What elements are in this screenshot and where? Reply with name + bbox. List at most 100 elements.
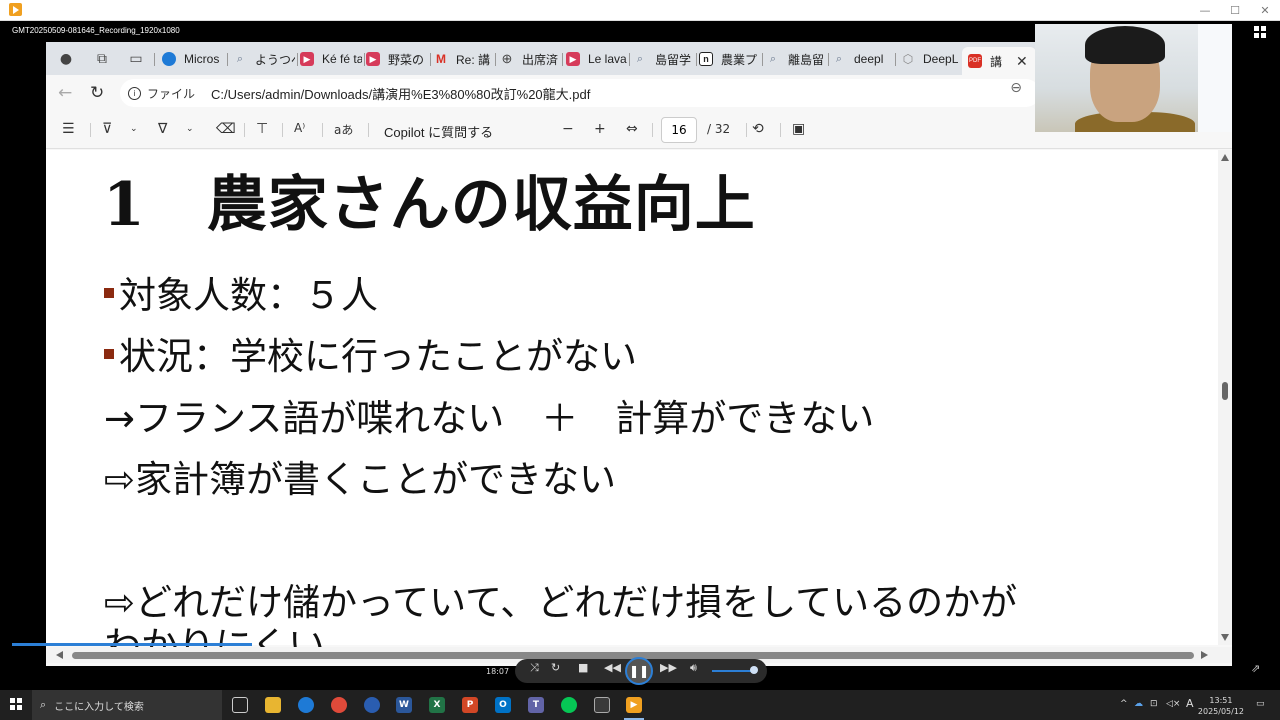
- repeat-icon[interactable]: ↻: [551, 661, 560, 674]
- rewind-icon[interactable]: ◀◀: [604, 661, 621, 674]
- zoom-in-button[interactable]: +: [594, 121, 606, 137]
- search-icon: ⌕: [236, 52, 244, 65]
- word-icon[interactable]: W: [396, 697, 412, 713]
- page-number-input[interactable]: 16: [661, 117, 697, 143]
- text-box-icon[interactable]: ⊤: [256, 121, 268, 137]
- task-view-icon[interactable]: [232, 697, 248, 713]
- slide-title: 1 農家さんの収益向上: [103, 170, 756, 240]
- excel-icon[interactable]: X: [429, 697, 445, 713]
- search-icon: ⌕: [769, 52, 777, 65]
- refresh-icon[interactable]: ↻: [90, 83, 104, 103]
- volume-knob[interactable]: [750, 666, 758, 674]
- pause-button[interactable]: ❚❚: [625, 657, 653, 685]
- tab-actions-icon[interactable]: ▭: [126, 49, 146, 69]
- fullscreen-icon[interactable]: ⇗: [1251, 662, 1260, 675]
- page-view-icon[interactable]: ▣: [792, 121, 805, 137]
- app-icon[interactable]: [364, 697, 380, 713]
- photos-icon[interactable]: [594, 697, 610, 713]
- shuffle-icon[interactable]: ⤨: [530, 661, 539, 675]
- tab-label: DeepL: [923, 52, 959, 66]
- translate-icon[interactable]: aあ: [334, 121, 353, 138]
- network-icon[interactable]: ⊡: [1150, 699, 1158, 709]
- powerpoint-icon[interactable]: P: [462, 697, 478, 713]
- zoom-out-button[interactable]: −: [562, 121, 574, 137]
- draw-icon[interactable]: ∇: [158, 121, 167, 137]
- rotate-icon[interactable]: ⟲: [752, 121, 764, 137]
- tab-agriculture-notion[interactable]: n 農業プ: [699, 47, 761, 71]
- tab-attendance[interactable]: ⊕ 出席済: [500, 47, 562, 71]
- clock-time: 13:51: [1209, 696, 1233, 705]
- tab-remote-island[interactable]: ⌕ 離島留: [766, 47, 828, 71]
- tab-vegetables[interactable]: ▶ 野菜の: [366, 47, 428, 71]
- file-explorer-icon[interactable]: [265, 697, 281, 713]
- vertical-scrollbar[interactable]: [1218, 150, 1232, 645]
- tab-label: ようつべ: [255, 52, 295, 67]
- maximize-button[interactable]: ☐: [1220, 0, 1250, 21]
- outlook-icon[interactable]: O: [495, 697, 511, 713]
- slide-bullet-2: 状況：学校に行ったことがない: [104, 326, 637, 380]
- minimize-button[interactable]: —: [1190, 0, 1220, 21]
- line-icon[interactable]: [561, 697, 577, 713]
- playback-progress-bar[interactable]: [12, 643, 252, 646]
- profile-icon[interactable]: ●: [56, 49, 76, 69]
- workspaces-icon[interactable]: ⧉: [92, 49, 112, 69]
- onedrive-icon[interactable]: ☁: [1134, 699, 1143, 709]
- page-total: / 32: [707, 122, 731, 136]
- grid-view-icon[interactable]: [1254, 26, 1266, 38]
- tab-label: Re: 講: [456, 52, 491, 67]
- tab-deepl[interactable]: ⬡ DeepL: [901, 47, 961, 71]
- youtube-icon: ▶: [366, 52, 380, 66]
- system-clock[interactable]: 13:51 2025/05/12: [1198, 695, 1244, 717]
- notifications-icon[interactable]: ▭: [1256, 699, 1265, 709]
- url-field[interactable]: i ファイル C:/Users/admin/Downloads/講演用%E3%8…: [120, 79, 1040, 107]
- volume-muted-icon[interactable]: ◁×: [1166, 699, 1180, 709]
- highlight-icon[interactable]: ⊽: [102, 121, 112, 137]
- chevron-down-icon[interactable]: ⌄: [130, 124, 138, 134]
- copilot-ask-button[interactable]: Copilot に質問する: [384, 122, 493, 141]
- tab-youtube-search[interactable]: ⌕ ようつべ: [233, 47, 295, 71]
- windows-start-icon[interactable]: [10, 698, 22, 710]
- pdf-page-view[interactable]: 1 農家さんの収益向上 対象人数：５人 状況：学校に行ったことがない →フランス…: [46, 150, 1232, 666]
- playback-time: 18:07: [486, 667, 510, 676]
- volume-icon[interactable]: 🔊︎: [690, 661, 697, 675]
- site-info[interactable]: i ファイル: [120, 85, 205, 102]
- scroll-down-icon[interactable]: [1221, 634, 1229, 641]
- bullet-text: 対象人数：５人: [119, 274, 378, 317]
- media-player-icon[interactable]: ▶: [624, 697, 644, 720]
- zoom-icon[interactable]: ⊖: [1010, 80, 1022, 96]
- edge-icon[interactable]: [298, 697, 314, 713]
- chrome-icon[interactable]: [331, 697, 347, 713]
- tab-island-study[interactable]: ⌕ 島留学: [633, 47, 695, 71]
- close-tab-icon[interactable]: ✕: [1016, 53, 1028, 70]
- ime-indicator[interactable]: A: [1186, 697, 1194, 710]
- read-aloud-icon[interactable]: A⁾: [294, 121, 305, 135]
- slide-line-3: →フランス語が喋れない ＋ 計算ができない: [104, 397, 875, 440]
- tab-label: 離島留: [788, 52, 825, 67]
- fit-width-icon[interactable]: ⇔: [626, 121, 638, 137]
- scroll-up-icon[interactable]: [1221, 154, 1229, 161]
- chevron-down-icon[interactable]: ⌄: [186, 124, 194, 134]
- webcam-overlay: [1035, 24, 1232, 132]
- chevron-up-icon[interactable]: ^: [1120, 699, 1128, 709]
- window-controls: — ☐ ✕: [1190, 0, 1280, 21]
- back-icon[interactable]: ←: [58, 83, 72, 103]
- tab-label: Le lava: [588, 52, 627, 66]
- tab-youtube-video[interactable]: ▶ Ké fé ta: [300, 47, 362, 71]
- tab-deepl-search[interactable]: ⌕ deepl: [832, 47, 894, 71]
- contents-icon[interactable]: ☰: [62, 121, 75, 137]
- tab-pdf-active[interactable]: PDF 講 ✕: [962, 47, 1036, 75]
- eraser-icon[interactable]: ⌫: [216, 121, 236, 137]
- taskbar-search[interactable]: ⌕ ここに入力して検索: [32, 690, 222, 720]
- teams-icon[interactable]: T: [528, 697, 544, 713]
- search-icon: ⌕: [835, 52, 843, 65]
- fast-forward-icon[interactable]: ▶▶: [660, 661, 677, 674]
- tab-label: deepl: [854, 52, 884, 66]
- edge-icon: [162, 52, 176, 66]
- tab-microsoft[interactable]: Micros: [162, 47, 224, 71]
- close-button[interactable]: ✕: [1250, 0, 1280, 21]
- tab-le-lava[interactable]: ▶ Le lava: [566, 47, 628, 71]
- bullet-marker: [104, 287, 114, 298]
- stop-icon[interactable]: ■: [578, 661, 588, 674]
- tab-gmail[interactable]: M Re: 講: [434, 47, 496, 71]
- scroll-thumb[interactable]: [1222, 382, 1228, 400]
